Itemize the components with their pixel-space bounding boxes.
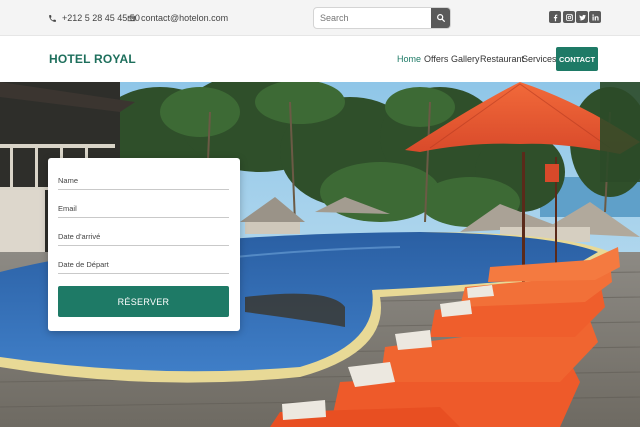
booking-form: RÉSERVER — [48, 158, 240, 331]
brand-logo[interactable]: HOTEL ROYAL — [49, 36, 136, 82]
nav-link-offers[interactable]: Offers — [424, 36, 448, 82]
contact-button[interactable]: CONTACT — [556, 47, 598, 71]
email-field-wrapper — [58, 196, 229, 218]
search-input[interactable] — [314, 8, 432, 28]
departure-date-wrapper — [58, 252, 229, 274]
reserve-button[interactable]: RÉSERVER — [58, 286, 229, 317]
arrival-date-field[interactable] — [58, 224, 229, 245]
facebook-link[interactable] — [549, 11, 561, 23]
search-icon — [436, 14, 445, 22]
instagram-icon — [565, 13, 573, 21]
linkedin-link[interactable] — [589, 11, 601, 23]
nav-link-gallery[interactable]: Gallery — [451, 36, 480, 82]
arrival-date-wrapper — [58, 224, 229, 246]
departure-date-field[interactable] — [58, 252, 229, 273]
email-contact[interactable]: contact@hotelon.com — [127, 0, 228, 36]
email-address: contact@hotelon.com — [141, 13, 229, 23]
search-button[interactable] — [431, 8, 450, 28]
linkedin-icon — [591, 13, 599, 20]
instagram-link[interactable] — [563, 11, 575, 23]
hero-banner: RÉSERVER — [0, 82, 640, 427]
search-box — [313, 7, 451, 29]
nav-link-restaurant[interactable]: Restaurant — [480, 36, 524, 82]
main-navbar: HOTEL ROYAL Home Offers Gallery Restaura… — [0, 36, 640, 82]
top-bar: +212 5 28 45 45 50 contact@hotelon.com — [0, 0, 640, 36]
phone-icon — [49, 14, 56, 22]
name-field[interactable] — [58, 168, 229, 189]
nav-link-services[interactable]: Services — [522, 36, 557, 82]
envelope-icon — [127, 15, 136, 21]
facebook-icon — [553, 14, 557, 21]
twitter-link[interactable] — [576, 11, 588, 23]
nav-link-home[interactable]: Home — [397, 36, 421, 82]
name-field-wrapper — [58, 168, 229, 190]
twitter-icon — [578, 14, 586, 20]
email-field[interactable] — [58, 196, 229, 217]
